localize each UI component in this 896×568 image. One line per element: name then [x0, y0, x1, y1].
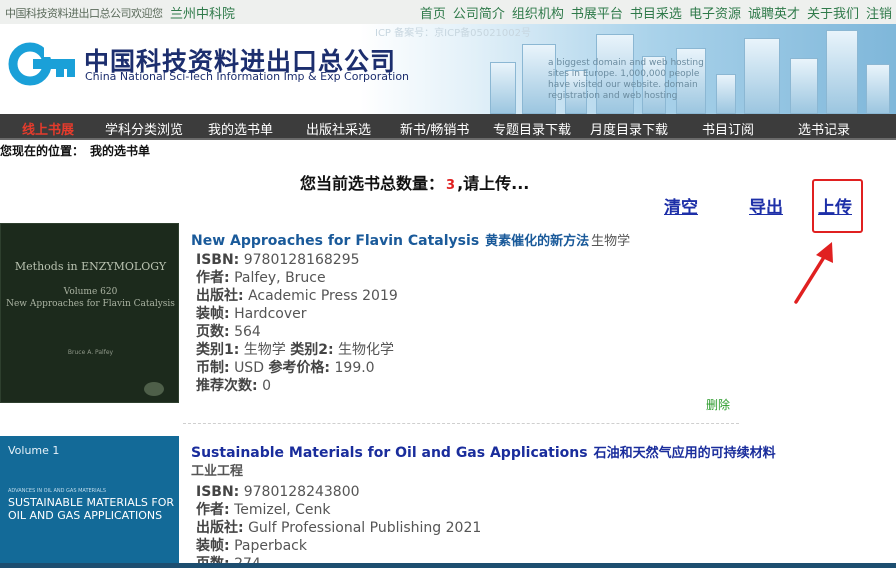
- nav-publisher-selection[interactable]: 出版社采选: [306, 119, 371, 138]
- binding-value: Hardcover: [234, 306, 307, 322]
- bottom-bar: [0, 563, 896, 568]
- upload-highlight-box: [812, 179, 863, 233]
- delete-link[interactable]: 删除: [706, 396, 730, 413]
- nav-catalog-subscription[interactable]: 书目订阅: [702, 119, 754, 138]
- annotation-arrow-icon: [794, 242, 833, 304]
- price-value: 199.0: [334, 360, 375, 376]
- cover-volume: Volume 1: [8, 444, 60, 457]
- breadcrumb-label: 您现在的位置：: [0, 144, 85, 158]
- pages-value: 564: [234, 324, 261, 340]
- topnav-home[interactable]: 首页: [420, 3, 446, 22]
- book-title-link[interactable]: New Approaches for Flavin Catalysis 黄素催化的…: [191, 230, 630, 249]
- banner-faint-english: a biggest domain and web hosting sites i…: [548, 58, 704, 101]
- topnav-e-resources[interactable]: 电子资源: [689, 3, 741, 22]
- book-cover-image[interactable]: Methods in ENZYMOLOGY Volume 620 New App…: [0, 223, 179, 403]
- book-separator: [183, 423, 739, 424]
- book-count: 3: [446, 178, 456, 193]
- banner-faint-text: ICP 备案号：京ICP备05021002号: [375, 28, 532, 39]
- book-cover-image[interactable]: Volume 1 ADVANCES IN OIL AND GAS MATERIA…: [0, 436, 179, 568]
- cover-editor: Bruce A. Palfey: [67, 349, 114, 356]
- topnav-book-fair[interactable]: 书展平台: [571, 3, 623, 22]
- book-details: ISBN: 9780128243800 作者: Temizel, Cenk 出版…: [196, 483, 481, 568]
- book-subject: 工业工程: [191, 464, 244, 479]
- nav-my-book-list[interactable]: 我的选书单: [208, 119, 273, 138]
- book-count-summary: 您当前选书总数量： 3 ,请上传...: [300, 170, 529, 194]
- topnav-logout[interactable]: 注销: [866, 3, 892, 22]
- count-prefix: 您当前选书总数量：: [300, 174, 445, 193]
- topnav-organization[interactable]: 组织机构: [512, 3, 564, 22]
- publisher-value: Academic Press 2019: [248, 288, 398, 304]
- currency-value: USD: [234, 360, 264, 376]
- book-details: ISBN: 9780128168295 作者: Palfey, Bruce 出版…: [196, 252, 398, 394]
- nav-monthly-catalog-download[interactable]: 月度目录下载: [590, 119, 668, 138]
- publisher-logo-icon: [144, 382, 164, 396]
- welcome-text: 中国科技资料进出口总公司欢迎您: [5, 7, 163, 20]
- category2-value: 生物化学: [338, 342, 395, 358]
- recommend-count: 0: [262, 378, 271, 394]
- topnav-about-us[interactable]: 关于我们: [807, 3, 859, 22]
- nav-online-book-fair[interactable]: 线上书展: [22, 119, 74, 138]
- author-value: Palfey, Bruce: [234, 270, 326, 286]
- header-banner: ICP 备案号：京ICP备05021002号 a biggest domain …: [0, 24, 896, 114]
- author-value: Temizel, Cenk: [234, 502, 331, 518]
- cover-series: Methods in ENZYMOLOGY: [14, 260, 167, 273]
- company-name-en: China National Sci-Tech Information Imp …: [85, 70, 410, 83]
- cover-title: SUSTAINABLE MATERIALS FOR OIL AND GAS AP…: [8, 496, 175, 522]
- nav-selection-records[interactable]: 选书记录: [798, 119, 850, 138]
- binding-value: Paperback: [234, 538, 307, 554]
- clear-button[interactable]: 清空: [664, 193, 698, 218]
- company-logo-icon: [8, 42, 75, 86]
- top-nav: 首页 公司简介 组织机构 书展平台 书目采选 电子资源 诚聘英才 关于我们 注销: [420, 3, 892, 22]
- breadcrumb: 您现在的位置： 我的选书单: [0, 142, 150, 159]
- count-suffix: ,请上传...: [457, 174, 530, 193]
- nav-subject-browse[interactable]: 学科分类浏览: [105, 119, 183, 138]
- topnav-careers[interactable]: 诚聘英才: [748, 3, 800, 22]
- org-name: 兰州中科院: [170, 7, 236, 22]
- cover-series: ADVANCES IN OIL AND GAS MATERIALS: [8, 488, 106, 494]
- isbn-value: 9780128243800: [243, 484, 360, 500]
- top-strip: 中国科技资料进出口总公司欢迎您 兰州中科院 首页 公司简介 组织机构 书展平台 …: [0, 0, 896, 24]
- book-title-link[interactable]: Sustainable Materials for Oil and Gas Ap…: [191, 442, 776, 461]
- isbn-value: 9780128168295: [243, 252, 360, 268]
- publisher-value: Gulf Professional Publishing 2021: [248, 520, 482, 536]
- nav-new-bestsellers[interactable]: 新书/畅销书: [400, 119, 469, 138]
- cover-title: Volume 620 New Approaches for Flavin Cat…: [6, 287, 175, 309]
- topnav-book-selection[interactable]: 书目采选: [630, 3, 682, 22]
- category1-value: 生物学: [243, 342, 286, 358]
- breadcrumb-current: 我的选书单: [90, 144, 151, 158]
- main-nav: 线上书展 学科分类浏览 我的选书单 出版社采选 新书/畅销书 专题目录下载 月度…: [0, 114, 896, 140]
- nav-topic-catalog-download[interactable]: 专题目录下载: [493, 119, 571, 138]
- topnav-about-company[interactable]: 公司简介: [453, 3, 505, 22]
- export-button[interactable]: 导出: [749, 193, 783, 218]
